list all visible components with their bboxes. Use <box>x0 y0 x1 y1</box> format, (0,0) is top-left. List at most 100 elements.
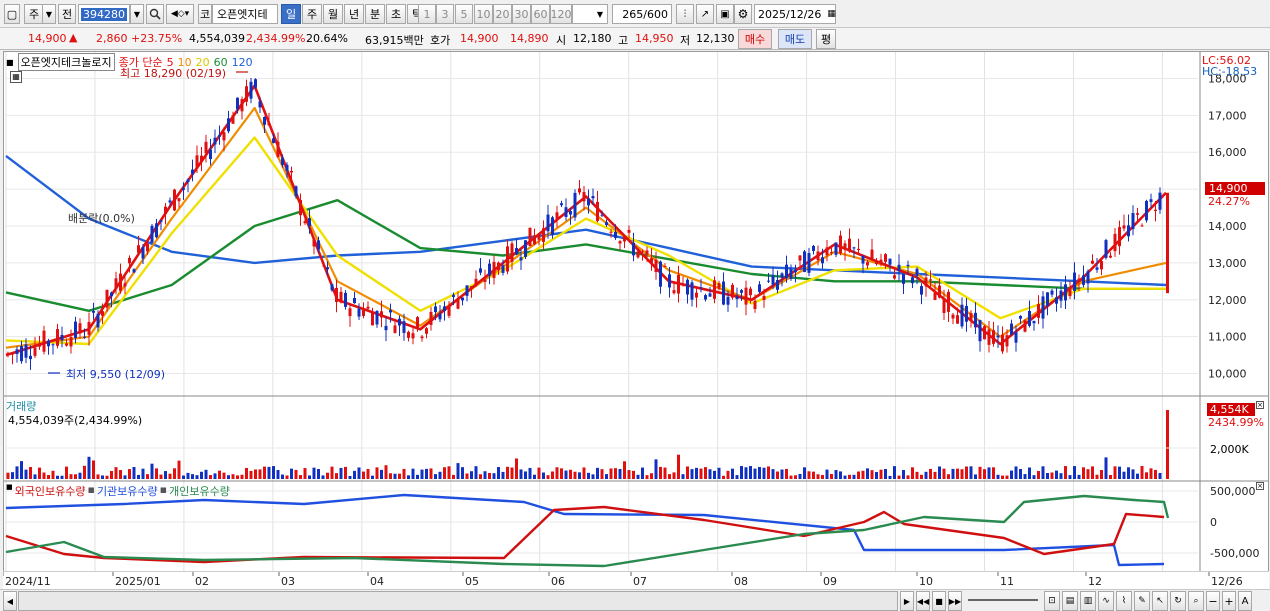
interval-button[interactable]: 20 <box>493 4 512 24</box>
count-input[interactable]: 265/600 <box>612 4 672 24</box>
stock-name-field[interactable]: 오픈엣지테 <box>212 4 278 24</box>
volume-bar <box>591 474 595 479</box>
volume-bar <box>312 467 316 479</box>
magnify-box-icon[interactable]: ⊡ <box>1044 591 1060 611</box>
volume-bar <box>308 475 311 479</box>
rewind-icon[interactable]: ◀◀ <box>916 591 930 611</box>
refresh-icon[interactable]: ↻ <box>1170 591 1186 611</box>
volume-bar <box>519 469 523 479</box>
scroll-bar[interactable]: ◀ ▶ ◀◀ ■ ▶▶ ⊡ ▤ ▥ ∿ ⌇ ✎ ↖ ↻ ⌕ − + A <box>0 589 1270 611</box>
interval-button[interactable]: 1 <box>418 4 436 24</box>
volume-bar <box>686 466 689 479</box>
candle-body <box>78 323 82 334</box>
eval-button[interactable]: 평 <box>816 29 836 49</box>
sell-button[interactable]: 매도 <box>778 29 812 49</box>
calendar-icon[interactable]: ▦ <box>827 9 836 19</box>
layout-icon[interactable]: ▤ <box>1062 591 1078 611</box>
code-dropdown-icon[interactable]: ▼ <box>130 4 144 24</box>
volume-bar <box>929 468 932 479</box>
interval-button[interactable]: 120 <box>550 4 572 24</box>
candle-type-icon[interactable]: ⫶ <box>676 4 694 24</box>
window-menu-icon[interactable]: ▢ <box>4 4 20 24</box>
candle-body <box>699 287 703 289</box>
interval-button[interactable]: 10 <box>474 4 493 24</box>
volume-bar <box>974 474 977 479</box>
candle-body <box>339 291 343 303</box>
market-dropdown-icon[interactable]: ▼ <box>42 4 56 24</box>
change-pct: +23.75% <box>131 32 183 45</box>
panel-icon[interactable]: ▥ <box>1080 591 1096 611</box>
candle-body <box>425 328 428 334</box>
period-button[interactable]: 초 <box>386 4 406 24</box>
stop-icon[interactable]: ■ <box>932 591 946 611</box>
interval-button[interactable]: 60 <box>531 4 550 24</box>
interval-select[interactable]: ▼ <box>572 4 608 24</box>
candle-body <box>488 263 491 276</box>
speaker-icon[interactable]: ◀◇▾ <box>166 4 194 24</box>
candle-body <box>65 343 68 346</box>
search-icon[interactable] <box>146 4 164 24</box>
scroll-track[interactable] <box>18 591 898 611</box>
close-holding-icon[interactable]: × <box>1256 482 1264 490</box>
wave-icon[interactable]: ∿ <box>1098 591 1114 611</box>
drawing-icon[interactable]: ✎ <box>1134 591 1150 611</box>
forward-icon[interactable]: ▶▶ <box>948 591 962 611</box>
candle-body <box>668 274 671 288</box>
period-button[interactable]: 월 <box>323 4 343 24</box>
chart-area[interactable]: 18,00017,00016,00015,00014,00013,00012,0… <box>3 51 1269 589</box>
candle-body <box>614 231 617 238</box>
date-input[interactable]: 2025/12/26 ▦ <box>754 4 836 24</box>
gear-icon[interactable]: ⚙ <box>734 4 752 24</box>
grid-toggle-icon[interactable]: ▦ <box>10 71 22 83</box>
save-icon[interactable]: ▣ <box>716 4 734 24</box>
ratio-note: 배분락(0.0%) <box>68 212 135 225</box>
type-button[interactable]: 전 <box>58 4 76 24</box>
candle-body <box>1005 335 1009 347</box>
volume-bar <box>857 471 860 479</box>
interval-button[interactable]: 5 <box>455 4 473 24</box>
volume-bar <box>389 473 392 479</box>
code-input[interactable]: 394280 <box>78 4 130 24</box>
zoom-in-icon[interactable]: + <box>1222 591 1236 611</box>
period-button[interactable]: 주 <box>302 4 322 24</box>
volume-bar <box>1073 466 1076 479</box>
volume-bar <box>348 475 352 479</box>
cursor-icon[interactable]: ↖ <box>1152 591 1168 611</box>
period-button[interactable]: 일 <box>281 4 301 24</box>
candle-body <box>83 336 86 338</box>
zoom-icon[interactable]: ⌕ <box>1188 591 1204 611</box>
candle-body <box>299 199 302 216</box>
scroll-left-icon[interactable]: ◀ <box>3 591 17 611</box>
volume-bar <box>110 471 113 479</box>
volume-bar <box>587 472 590 479</box>
buy-button[interactable]: 매수 <box>738 29 772 49</box>
volume-bar <box>677 454 680 479</box>
volume-bar <box>623 461 626 479</box>
period-button[interactable]: 분 <box>365 4 385 24</box>
interval-button[interactable]: 3 <box>436 4 454 24</box>
market-button[interactable]: 주 <box>24 4 44 24</box>
close-volume-icon[interactable]: × <box>1256 401 1264 409</box>
candle-body <box>578 188 581 193</box>
zoom-slider[interactable] <box>968 599 1038 601</box>
volume-bar <box>132 466 136 479</box>
ma-line-60 <box>5 199 1166 312</box>
volume-bar <box>452 474 455 479</box>
trend-icon[interactable]: ⌇ <box>1116 591 1132 611</box>
stock-prefix[interactable]: 코 <box>198 4 212 24</box>
zoom-out-icon[interactable]: − <box>1206 591 1220 611</box>
candle-body <box>942 298 946 314</box>
volume-bar <box>551 471 554 479</box>
scroll-right-icon[interactable]: ▶ <box>900 591 914 611</box>
candle-body <box>141 247 145 259</box>
volume-bar <box>956 468 959 479</box>
stock-legend-name[interactable]: 오픈엣지테크놀로지 <box>17 53 115 71</box>
line-tool-icon[interactable]: ↗ <box>696 4 714 24</box>
volume-bar <box>848 474 851 479</box>
period-button[interactable]: 년 <box>344 4 364 24</box>
interval-button[interactable]: 30 <box>512 4 531 24</box>
count-value: 265 <box>622 7 644 21</box>
candle-body <box>330 284 334 291</box>
volume-bar <box>924 471 928 479</box>
font-size-icon[interactable]: A <box>1238 591 1252 611</box>
